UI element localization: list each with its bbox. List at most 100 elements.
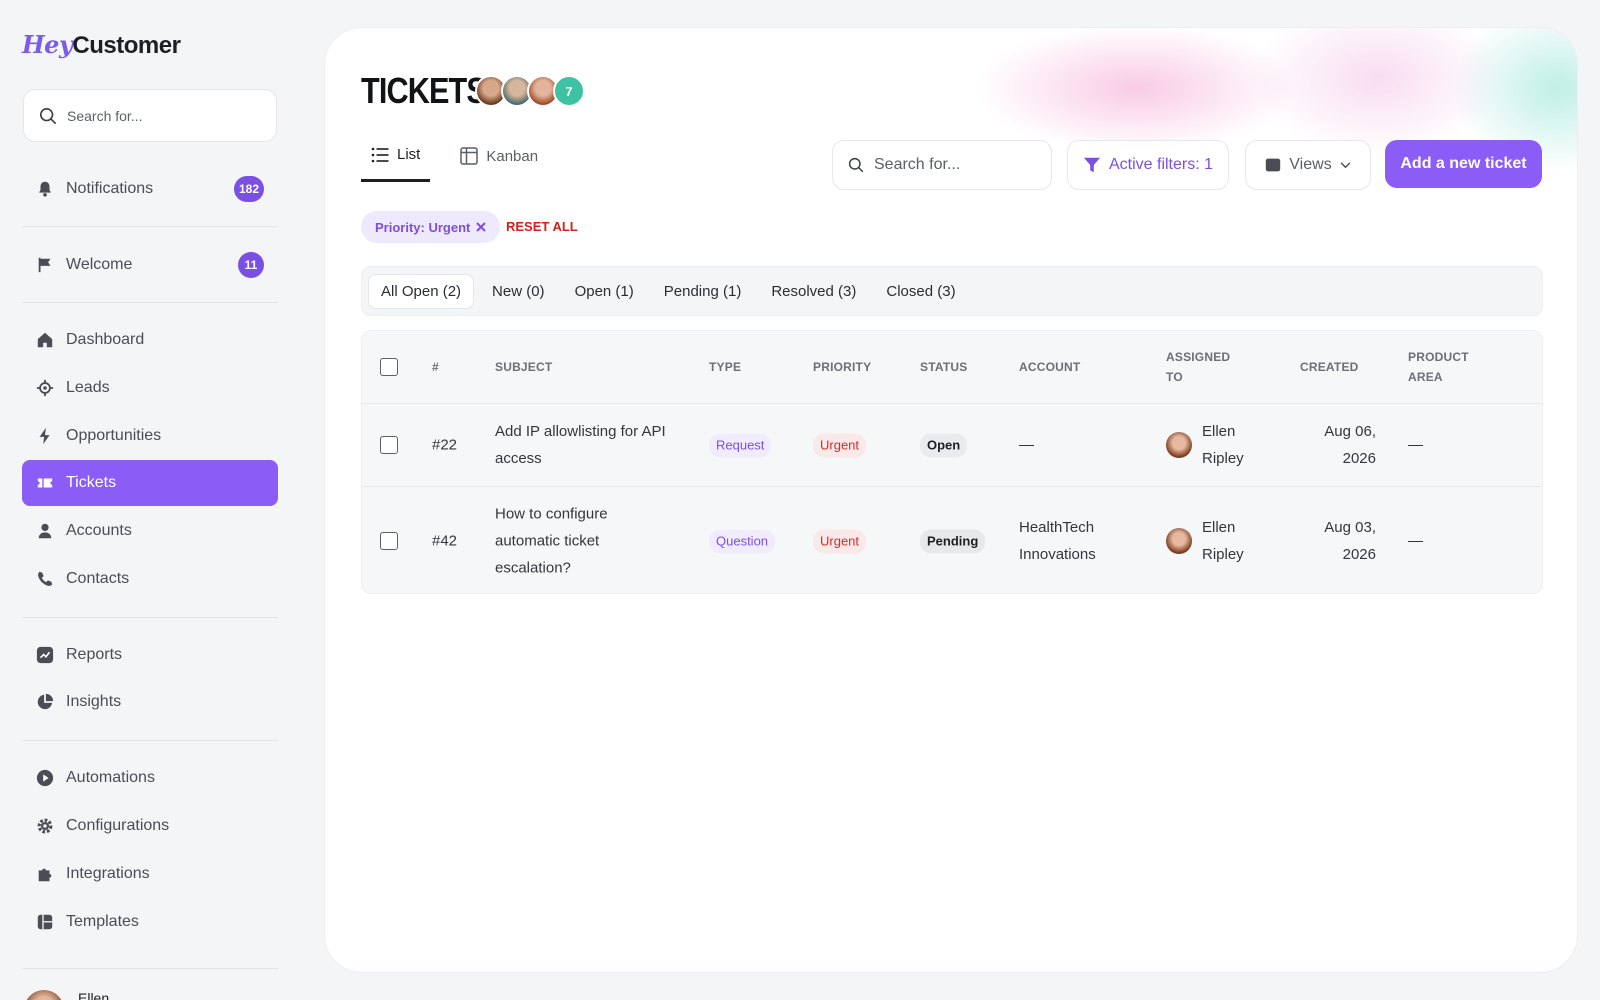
col-header-num[interactable]: # bbox=[432, 357, 439, 377]
col-header-product-area[interactable]: PRODUCT AREA bbox=[1408, 347, 1469, 387]
tab-label: List bbox=[397, 146, 421, 163]
sidebar-item-leads[interactable]: Leads bbox=[22, 365, 278, 411]
sidebar-item-notifications[interactable]: Notifications 182 bbox=[22, 166, 278, 212]
table-row[interactable]: #22 Add IP allowlisting for API access R… bbox=[362, 403, 1542, 486]
sidebar-item-label: Configurations bbox=[66, 817, 170, 834]
status-tab-open[interactable]: Open (1) bbox=[563, 275, 646, 308]
tab-kanban[interactable]: Kanban bbox=[450, 146, 548, 182]
ticket-subject[interactable]: Add IP allowlisting for API access bbox=[495, 418, 666, 472]
sidebar-item-label: Dashboard bbox=[66, 331, 145, 348]
col-header-type[interactable]: TYPE bbox=[709, 357, 741, 377]
col-header-created[interactable]: CREATED bbox=[1300, 357, 1359, 377]
sidebar-item-welcome[interactable]: Welcome 11 bbox=[22, 242, 278, 288]
account-cell[interactable]: HealthTech Innovations bbox=[1019, 514, 1096, 568]
welcome-badge: 11 bbox=[238, 252, 264, 278]
sidebar-item-label: Templates bbox=[66, 913, 139, 930]
col-header-subject[interactable]: SUBJECT bbox=[495, 357, 552, 377]
sidebar-item-templates[interactable]: Templates bbox=[22, 899, 278, 945]
close-icon[interactable] bbox=[476, 222, 487, 232]
assignee-name: Ripley bbox=[1202, 450, 1244, 467]
table-header-row: # SUBJECT TYPE PRIORITY STATUS ACCOUNT A… bbox=[362, 331, 1542, 403]
main-panel: TICKETS 7 List Kanban Search for... Acti… bbox=[324, 27, 1578, 973]
bell-icon bbox=[36, 180, 54, 198]
tab-list[interactable]: List bbox=[361, 146, 431, 182]
active-filters-button[interactable]: Active filters: 1 bbox=[1067, 140, 1229, 190]
logo-customer: Customer bbox=[72, 32, 181, 59]
status-badge: Pending bbox=[920, 529, 986, 554]
add-ticket-button[interactable]: Add a new ticket bbox=[1385, 140, 1542, 188]
sidebar-item-automations[interactable]: Automations bbox=[22, 755, 278, 801]
search-icon bbox=[848, 157, 864, 173]
sidebar-item-insights[interactable]: Insights bbox=[22, 679, 278, 725]
sidebar-item-opportunities[interactable]: Opportunities bbox=[22, 413, 278, 459]
filter-chip-priority[interactable]: Priority: Urgent bbox=[361, 211, 501, 243]
user-profile[interactable]: Ellen bbox=[24, 990, 109, 1000]
avatar bbox=[1166, 528, 1192, 554]
sidebar-divider bbox=[22, 968, 278, 969]
list-icon bbox=[371, 147, 389, 162]
col-header-account[interactable]: ACCOUNT bbox=[1019, 357, 1080, 377]
sidebar-item-label: Reports bbox=[66, 646, 123, 663]
team-avatars[interactable]: 7 bbox=[475, 75, 585, 107]
ticket-number: #22 bbox=[432, 436, 458, 454]
folder-icon bbox=[1266, 158, 1281, 172]
subject-line: access bbox=[495, 450, 542, 467]
avatar-more-count: 7 bbox=[553, 75, 585, 107]
subject-line: How to configure bbox=[495, 505, 608, 523]
priority-badge: Urgent bbox=[813, 433, 867, 458]
status-tab-all-open[interactable]: All Open (2) bbox=[368, 273, 475, 309]
reset-all-button[interactable]: RESET ALL bbox=[506, 219, 578, 234]
row-checkbox[interactable] bbox=[380, 532, 398, 550]
type-badge: Question bbox=[709, 529, 776, 554]
status-tab-new[interactable]: New (0) bbox=[480, 275, 557, 308]
product-area-cell: — bbox=[1408, 532, 1423, 550]
sidebar-item-configurations[interactable]: Configurations bbox=[22, 803, 278, 849]
views-dropdown[interactable]: Views bbox=[1245, 140, 1371, 190]
sidebar-item-label: Automations bbox=[66, 769, 155, 786]
home-icon bbox=[36, 331, 54, 349]
target-icon bbox=[36, 379, 54, 397]
col-header-text: TO bbox=[1166, 370, 1183, 384]
status-tab-pending[interactable]: Pending (1) bbox=[652, 275, 754, 308]
assignee-name: Ellen bbox=[1202, 423, 1236, 440]
sidebar-divider bbox=[22, 617, 278, 618]
sidebar-divider bbox=[22, 226, 278, 227]
sidebar-item-contacts[interactable]: Contacts bbox=[22, 556, 278, 602]
views-label: Views bbox=[1289, 156, 1332, 173]
col-header-assigned-to[interactable]: ASSIGNED TO bbox=[1166, 347, 1230, 387]
sidebar-item-label: Leads bbox=[66, 379, 110, 396]
active-filters-label: Active filters: 1 bbox=[1108, 156, 1214, 173]
bolt-icon bbox=[36, 427, 54, 445]
assignee-name: Ellen bbox=[1202, 519, 1236, 536]
status-tab-resolved[interactable]: Resolved (3) bbox=[759, 275, 868, 308]
play-icon bbox=[36, 769, 54, 787]
sidebar-search-input[interactable]: Search for... bbox=[23, 89, 277, 142]
priority-badge: Urgent bbox=[813, 529, 867, 554]
table-row[interactable]: #42 How to configure automatic ticket es… bbox=[362, 486, 1542, 593]
filter-icon bbox=[1083, 157, 1101, 173]
sidebar-item-integrations[interactable]: Integrations bbox=[22, 851, 278, 897]
ticket-subject[interactable]: How to configure automatic ticket escala… bbox=[495, 501, 608, 582]
status-tab-closed[interactable]: Closed (3) bbox=[874, 275, 967, 308]
sidebar-item-label: Welcome bbox=[66, 256, 133, 273]
sidebar-item-label: Integrations bbox=[66, 865, 150, 882]
sidebar-item-label: Contacts bbox=[66, 570, 130, 587]
col-header-status[interactable]: STATUS bbox=[920, 357, 967, 377]
sidebar-item-dashboard[interactable]: Dashboard bbox=[22, 317, 278, 363]
ticket-search-input[interactable]: Search for... bbox=[832, 140, 1052, 190]
template-icon bbox=[36, 913, 54, 931]
created-date: Aug 06, bbox=[1324, 423, 1376, 440]
row-checkbox[interactable] bbox=[380, 436, 398, 454]
app-logo[interactable]: Hey Customer bbox=[22, 30, 181, 60]
sidebar-item-tickets[interactable]: Tickets bbox=[22, 460, 278, 506]
gear-icon bbox=[36, 817, 54, 835]
sidebar-item-reports[interactable]: Reports bbox=[22, 632, 278, 678]
user-avatar bbox=[24, 990, 64, 1000]
user-name: Ellen bbox=[78, 990, 110, 1000]
created-cell: Aug 03, 2026 bbox=[1320, 514, 1376, 568]
col-header-priority[interactable]: PRIORITY bbox=[813, 357, 871, 377]
sidebar-item-label: Tickets bbox=[66, 474, 117, 491]
select-all-checkbox[interactable] bbox=[380, 358, 398, 376]
notifications-badge: 182 bbox=[233, 176, 264, 202]
sidebar-item-accounts[interactable]: Accounts bbox=[22, 508, 278, 554]
